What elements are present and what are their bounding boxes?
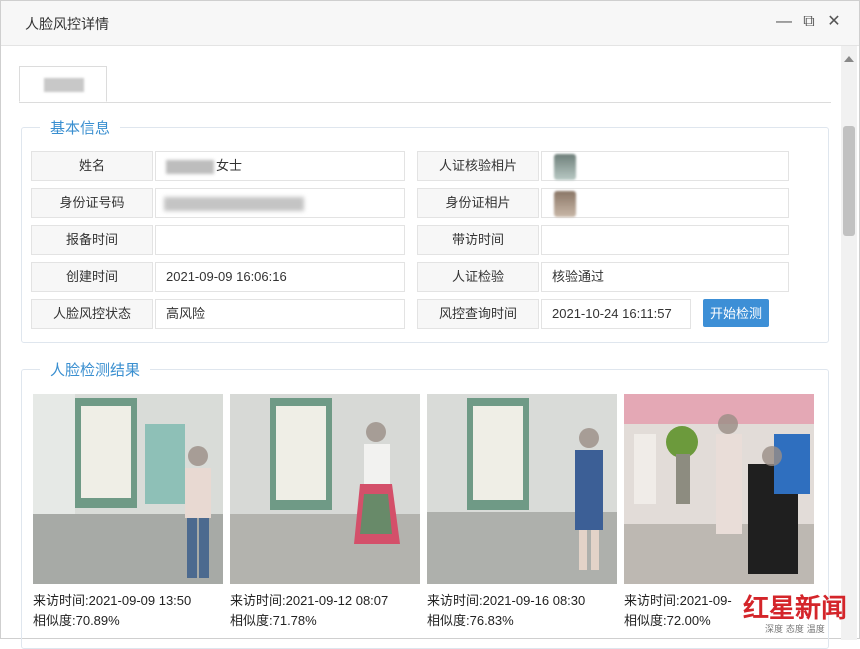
redacted-tab-label: [44, 78, 84, 92]
id-check-label: 人证检验: [417, 262, 539, 292]
close-icon[interactable]: ✕: [823, 11, 845, 33]
minimize-icon[interactable]: —: [773, 11, 795, 33]
id-verify-photo-cell: [541, 151, 789, 181]
watermark-brand: 红星新闻: [743, 593, 847, 624]
id-number-label: 身份证号码: [31, 188, 153, 218]
scrollbar-thumb[interactable]: [843, 126, 855, 236]
visit-time-value: [541, 225, 789, 255]
id-photo-label: 身份证相片: [417, 188, 539, 218]
tab-strip: [19, 66, 831, 103]
similarity-2: 相似度:71.78%: [230, 613, 317, 628]
basic-info-legend: 基本信息: [50, 120, 111, 137]
vertical-scrollbar[interactable]: [841, 46, 857, 640]
window-title: 人脸风控详情: [25, 16, 109, 32]
created-time-value: 2021-09-09 16:06:16: [155, 262, 405, 292]
risk-status-label: 人脸风控状态: [31, 299, 153, 329]
name-suffix: 女士: [216, 158, 243, 173]
visit-time-1: 来访时间:2021-09-09 13:50: [33, 593, 192, 608]
name-label: 姓名: [31, 151, 153, 181]
risk-query-time-label: 风控查询时间: [417, 299, 539, 329]
visit-time-label: 带访时间: [417, 225, 539, 255]
created-time-label: 创建时间: [31, 262, 153, 292]
watermark-slogan: 深度 态度 温度: [765, 623, 825, 635]
id-verify-photo-thumbnail[interactable]: [554, 154, 576, 180]
tab-redacted[interactable]: [19, 66, 107, 102]
id-photo-cell: [541, 188, 789, 218]
visit-time-4: 来访时间:2021-09-: [624, 593, 732, 608]
id-photo-thumbnail[interactable]: [554, 191, 576, 217]
id-check-value: 核验通过: [541, 262, 789, 292]
detection-photo-2[interactable]: [230, 394, 420, 584]
name-value: 女士: [155, 151, 405, 181]
risk-detail-window: 人脸风控详情 — ⧉ ✕ 基本信息 姓名 女士 身份证号码 报备时间 创建时间 …: [0, 0, 860, 649]
report-time-label: 报备时间: [31, 225, 153, 255]
similarity-4: 相似度:72.00%: [624, 613, 711, 628]
detection-photo-3[interactable]: [427, 394, 617, 584]
report-time-value: [155, 225, 405, 255]
title-bar: 人脸风控详情 — ⧉ ✕: [1, 1, 859, 46]
similarity-1: 相似度:70.89%: [33, 613, 120, 628]
redacted-id-number: [164, 197, 304, 211]
risk-status-value: 高风险: [155, 299, 405, 329]
detection-results-legend: 人脸检测结果: [50, 362, 141, 379]
start-detect-button[interactable]: 开始检测: [703, 299, 769, 327]
detection-photo-4[interactable]: [624, 394, 814, 584]
id-number-value: [155, 188, 405, 218]
detection-photo-1[interactable]: [33, 394, 223, 584]
red-star-news-watermark: 红星新闻 深度 态度 温度: [739, 587, 857, 637]
visit-time-2: 来访时间:2021-09-12 08:07: [230, 593, 389, 608]
visit-time-3: 来访时间:2021-09-16 08:30: [427, 593, 586, 608]
restore-icon[interactable]: ⧉: [798, 11, 820, 33]
redacted-name: [166, 159, 214, 174]
risk-query-time-value: 2021-10-24 16:11:57: [541, 299, 691, 329]
scroll-up-icon[interactable]: [844, 56, 854, 62]
id-verify-photo-label: 人证核验相片: [417, 151, 539, 181]
similarity-3: 相似度:76.83%: [427, 613, 514, 628]
